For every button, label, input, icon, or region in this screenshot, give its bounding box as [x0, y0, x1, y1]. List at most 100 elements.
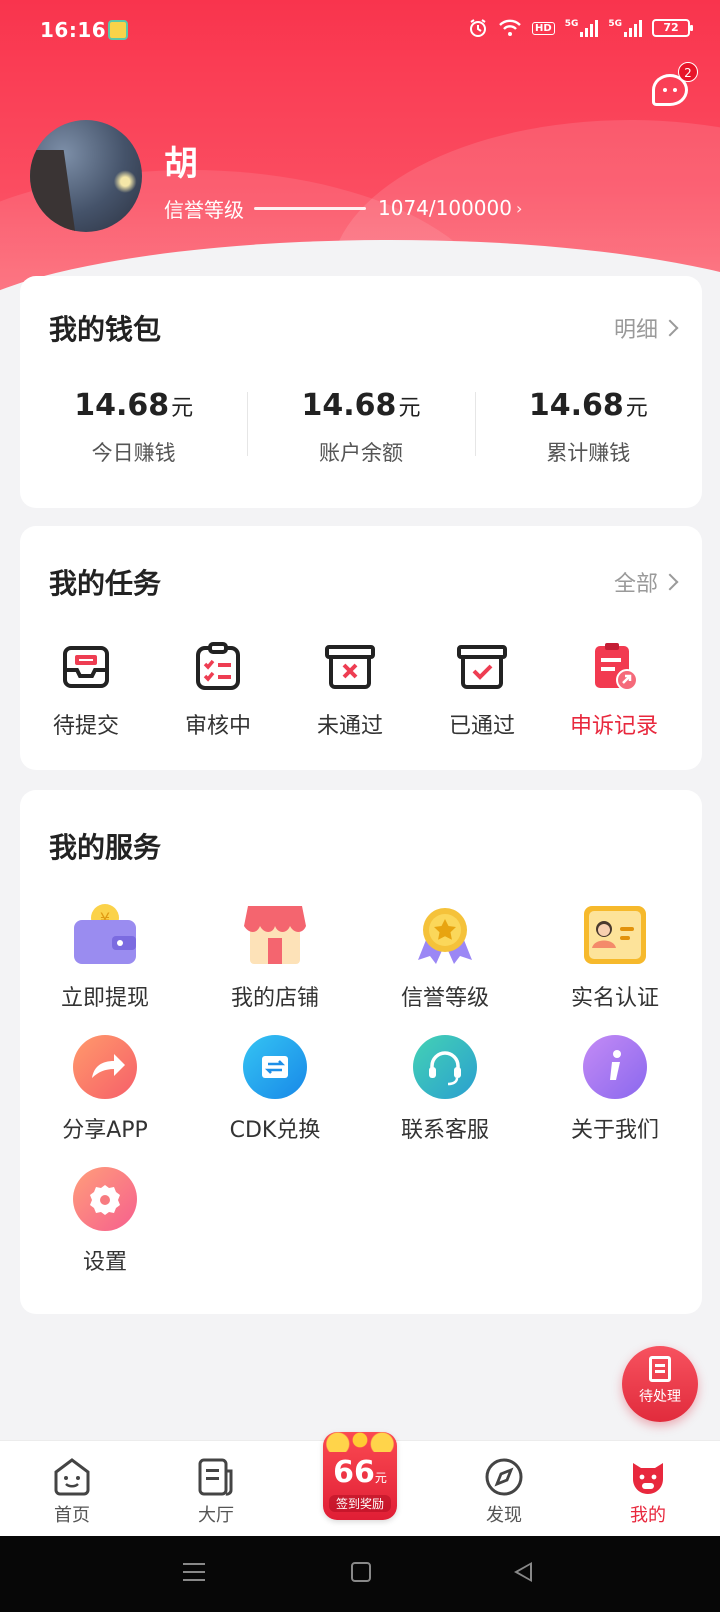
task-rejected[interactable]: 未通过 — [284, 640, 416, 740]
info-icon — [582, 1034, 648, 1100]
signin-reward-button[interactable]: 66元 签到奖励 — [323, 1432, 397, 1520]
wallet-stat-balance[interactable]: 14.68元 账户余额 — [247, 388, 474, 467]
task-approved[interactable]: 已通过 — [416, 640, 548, 740]
message-badge: 2 — [678, 62, 698, 82]
pig-mine-icon — [628, 1457, 668, 1497]
wifi-icon — [499, 19, 521, 36]
service-withdraw[interactable]: ¥ 立即提现 — [20, 902, 190, 1034]
service-label: 信誉等级 — [400, 986, 489, 1011]
tab-label: 首页 — [54, 1505, 90, 1526]
service-real-name-auth[interactable]: 实名认证 — [530, 902, 700, 1034]
task-reviewing[interactable]: 审核中 — [152, 640, 284, 740]
credit-value: 1074/100000 — [378, 196, 512, 220]
service-label: 关于我们 — [570, 1118, 659, 1143]
chevron-right-icon — [661, 573, 679, 591]
system-navigation-bar — [0, 1536, 720, 1612]
clipboard-check-icon — [191, 640, 245, 694]
service-about-us[interactable]: 关于我们 — [530, 1034, 700, 1166]
stat-unit: 元 — [625, 396, 648, 421]
notification-app-icon — [108, 20, 128, 40]
stat-unit: 元 — [398, 396, 421, 421]
credit-level-row[interactable]: 信誉等级 1074/100000 › — [164, 194, 522, 222]
service-contact-support[interactable]: 联系客服 — [360, 1034, 530, 1166]
signin-unit: 元 — [374, 1471, 387, 1485]
wallet-card: 我的钱包 明细 14.68元 今日赚钱 14.68元 账户余额 14.68元 累… — [20, 276, 702, 508]
signin-label: 签到奖励 — [329, 1495, 391, 1512]
service-label: 分享APP — [62, 1118, 148, 1143]
pending-label: 待处理 — [639, 1389, 681, 1405]
chevron-right-icon — [661, 319, 679, 337]
wallet-title: 我的钱包 — [49, 313, 162, 346]
settings-icon — [72, 1166, 138, 1232]
home-square-icon[interactable] — [351, 1562, 371, 1582]
wallet-stat-total[interactable]: 14.68元 累计赚钱 — [474, 388, 702, 467]
tasks-title: 我的任务 — [49, 567, 162, 600]
compass-icon — [484, 1457, 524, 1497]
service-cdk-exchange[interactable]: CDK兑换 — [190, 1034, 360, 1166]
wallet-icon: ¥ — [72, 902, 138, 968]
task-appeal-records[interactable]: 申诉记录 — [548, 640, 680, 740]
credit-label: 信誉等级 — [164, 197, 244, 222]
tasks-all-link[interactable]: 全部 — [613, 566, 679, 598]
service-label: 联系客服 — [400, 1118, 489, 1143]
task-pending-submit[interactable]: 待提交 — [20, 640, 152, 740]
stat-label: 累计赚钱 — [546, 441, 631, 465]
service-label: 我的店铺 — [230, 986, 319, 1011]
stat-unit: 元 — [171, 396, 194, 421]
network-label: 5G — [608, 19, 622, 29]
stat-value: 14.68 — [528, 388, 624, 423]
home-face-icon — [52, 1457, 92, 1497]
tasks-all-label: 全部 — [613, 572, 658, 597]
id-card-icon — [582, 902, 648, 968]
services-title: 我的服务 — [49, 831, 162, 864]
stat-value: 14.68 — [301, 388, 397, 423]
recent-apps-icon[interactable] — [183, 1563, 205, 1581]
tab-mine[interactable]: 我的 — [576, 1441, 720, 1537]
message-button[interactable]: 2 — [652, 62, 698, 108]
service-credit-level[interactable]: 信誉等级 — [360, 902, 530, 1034]
document-icon — [649, 1356, 671, 1382]
service-label: 实名认证 — [570, 986, 659, 1011]
service-settings[interactable]: 设置 — [20, 1166, 190, 1298]
tab-home[interactable]: 首页 — [0, 1441, 144, 1537]
tab-hall[interactable]: 大厅 — [144, 1441, 288, 1537]
tab-discover[interactable]: 发现 — [432, 1441, 576, 1537]
back-triangle-icon[interactable] — [514, 1562, 532, 1582]
stat-label: 今日赚钱 — [91, 441, 176, 465]
box-check-icon — [455, 640, 509, 694]
service-my-store[interactable]: 我的店铺 — [190, 902, 360, 1034]
wallet-detail-link[interactable]: 明细 — [614, 312, 679, 344]
wallet-stat-today[interactable]: 14.68元 今日赚钱 — [20, 388, 247, 467]
username: 胡 — [164, 144, 198, 184]
tab-label: 我的 — [630, 1505, 666, 1526]
stat-value: 14.68 — [74, 388, 170, 423]
signal-icon: 5G — [608, 19, 642, 37]
share-icon — [72, 1034, 138, 1100]
headset-icon — [412, 1034, 478, 1100]
hall-doc-icon — [196, 1457, 236, 1497]
stat-label: 账户余额 — [318, 441, 403, 465]
chevron-right-icon: › — [515, 198, 523, 218]
tab-label: 大厅 — [198, 1505, 234, 1526]
credit-progress-bar — [254, 206, 366, 210]
avatar[interactable] — [30, 120, 142, 232]
task-label: 待提交 — [52, 714, 119, 739]
status-time: 16:16 — [40, 18, 107, 42]
alarm-icon — [470, 19, 487, 37]
appeal-record-icon — [587, 640, 641, 694]
pending-floating-button[interactable]: 待处理 — [622, 1346, 698, 1422]
services-card: 我的服务 ¥ 立即提现 我的店铺 信誉等级 实名认证 分享APP CDK兑换 联… — [20, 790, 702, 1314]
signin-number: 66 — [333, 1455, 375, 1490]
ticket-exchange-icon — [242, 1034, 308, 1100]
task-label: 已通过 — [448, 714, 515, 739]
tab-label: 发现 — [486, 1505, 522, 1526]
service-share-app[interactable]: 分享APP — [20, 1034, 190, 1166]
status-bar: 16:16 HD 5G 5G 72 — [0, 0, 720, 64]
hd-icon: HD — [532, 21, 555, 35]
task-label: 审核中 — [184, 714, 251, 739]
service-label: CDK兑换 — [229, 1118, 321, 1143]
service-label: 设置 — [82, 1250, 127, 1275]
box-x-icon — [323, 640, 377, 694]
coins-icon — [323, 1432, 397, 1452]
service-label: 立即提现 — [60, 986, 149, 1011]
